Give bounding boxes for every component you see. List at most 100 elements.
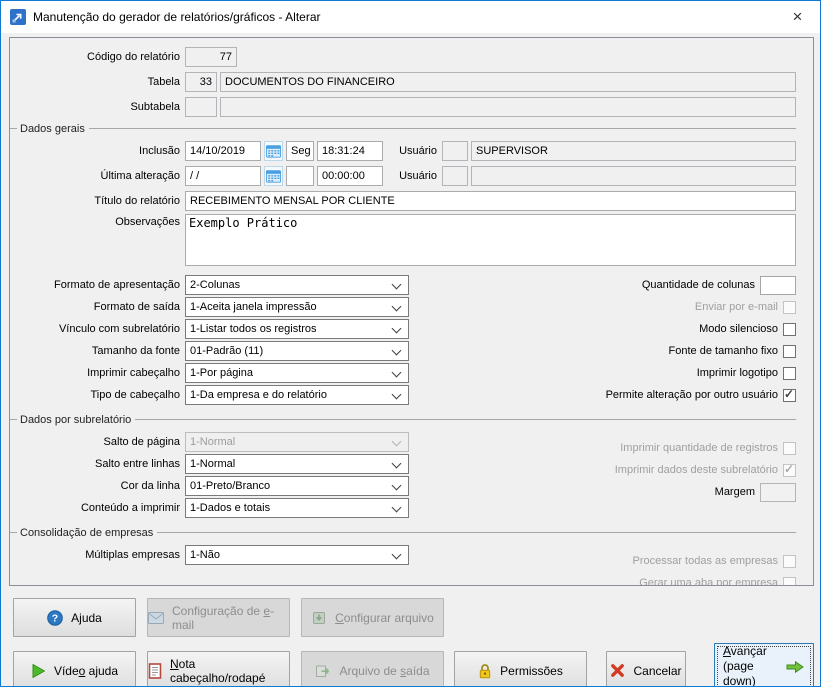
formato-apresentacao-select[interactable]: 2-Colunas	[185, 275, 409, 295]
chevron-down-icon	[391, 345, 402, 356]
multiplas-empresas-label: Múltiplas empresas	[85, 549, 180, 561]
tamanho-fonte-select[interactable]: 01-Padrão (11)	[185, 341, 409, 361]
imprimir-qtd-registros-checkbox	[783, 441, 796, 455]
modo-silencioso-label: Modo silencioso	[699, 323, 778, 335]
button-row-2: Vídeo ajuda Nota cabeçalho/rodapé Arquiv…	[9, 643, 814, 687]
permissoes-button[interactable]: Permissões	[454, 651, 587, 686]
tabela-row: Tabela 33 DOCUMENTOS DO FINANCEIRO	[10, 71, 796, 92]
multiplas-empresas-select[interactable]: 1-Não	[185, 545, 409, 565]
ajuda-button-label: Ajuda	[71, 610, 102, 625]
chevron-down-icon	[391, 389, 402, 400]
salto-pagina-select: 1-Normal	[185, 432, 409, 452]
svg-text:?: ?	[52, 612, 58, 624]
ultima-hora-field[interactable]: 00:00:00	[317, 165, 383, 186]
main-panel: Código do relatório 77 Tabela 33 DOCUMEN…	[9, 37, 814, 586]
chevron-down-icon	[391, 323, 402, 334]
ajuda-button[interactable]: ? Ajuda	[13, 598, 136, 637]
imprimir-cabecalho-label: Imprimir cabeçalho	[87, 367, 180, 379]
chevron-down-icon	[391, 549, 402, 560]
imprimir-logotipo-checkbox[interactable]	[783, 366, 796, 380]
file-output-icon	[315, 663, 331, 679]
ultima-usuario-codigo-field	[442, 165, 468, 186]
gerar-aba-empresa-row: Gerar uma aba por empresa	[410, 572, 796, 585]
processar-todas-empresas-checkbox	[783, 554, 796, 568]
play-icon	[31, 663, 46, 679]
formato-apresentacao-label: Formato de apresentação	[54, 279, 180, 291]
imprimir-logotipo-row: Imprimir logotipo	[410, 362, 796, 384]
quantidade-colunas-input[interactable]	[760, 275, 796, 295]
vinculo-subrelatorio-value: 1-Listar todos os registros	[190, 323, 317, 335]
salto-linhas-value: 1-Normal	[190, 458, 236, 470]
multiplas-empresas-value: 1-Não	[190, 549, 220, 561]
processar-todas-empresas-label: Processar todas as empresas	[632, 555, 778, 567]
consolidacao-options: Múltiplas empresas 1-Não Processar todas…	[10, 544, 796, 585]
titulo-relatorio-input[interactable]: RECEBIMENTO MENSAL POR CLIENTE	[185, 190, 796, 211]
button-bar: ? Ajuda Configuração de e-mail Configura…	[9, 598, 814, 687]
permite-alteracao-label: Permite alteração por outro usuário	[605, 389, 778, 401]
avancar-button[interactable]: Avançar (page down)	[714, 643, 814, 687]
inclusao-hora-field[interactable]: 18:31:24	[317, 140, 383, 161]
ultima-dia-field[interactable]	[286, 165, 314, 186]
imprimir-dados-subrel-row: Imprimir dados deste subrelatório	[410, 459, 796, 481]
tabela-nome-field: DOCUMENTOS DO FINANCEIRO	[220, 71, 796, 92]
chevron-down-icon	[391, 367, 402, 378]
arquivo-saida-button-label: Arquivo de saída	[339, 663, 430, 678]
envelope-icon	[148, 611, 164, 624]
vinculo-subrelatorio-select[interactable]: 1-Listar todos os registros	[185, 319, 409, 339]
tipo-cabecalho-label: Tipo de cabeçalho	[90, 389, 181, 401]
imprimir-qtd-registros-row: Imprimir quantidade de registros	[410, 437, 796, 459]
imprimir-dados-subrel-checkbox	[783, 462, 796, 477]
nota-cabecalho-rodape-button[interactable]: Nota cabeçalho/rodapé	[147, 651, 290, 686]
permite-alteracao-checkbox[interactable]	[783, 387, 796, 402]
inclusao-row: Inclusão 14/10/2019 Seg 18:31:24 Usuário…	[10, 140, 796, 161]
ultima-calendar-button[interactable]	[264, 165, 283, 186]
tipo-cabecalho-select[interactable]: 1-Da empresa e do relatório	[185, 385, 409, 405]
subtabela-label: Subtabela	[130, 100, 180, 113]
inclusao-calendar-button[interactable]	[264, 140, 283, 161]
consolidacao-header: Consolidação de empresas	[10, 525, 796, 540]
cor-linha-select[interactable]: 01-Preto/Branco	[185, 476, 409, 496]
enviar-email-label: Enviar por e-mail	[694, 301, 778, 313]
avancar-button-label: Avançar (page down)	[723, 644, 767, 687]
cancelar-button[interactable]: Cancelar	[606, 651, 686, 686]
formato-saida-value: 1-Aceita janela impressão	[190, 301, 317, 313]
formato-saida-label: Formato de saída	[93, 301, 180, 313]
fonte-tamanho-fixo-label: Fonte de tamanho fixo	[668, 345, 778, 357]
imprimir-logotipo-label: Imprimir logotipo	[696, 367, 778, 379]
margem-input[interactable]	[760, 482, 796, 502]
report-generator-app-icon	[10, 9, 26, 25]
conteudo-imprimir-select[interactable]: 1-Dados e totais	[185, 498, 409, 518]
salto-linhas-select[interactable]: 1-Normal	[185, 454, 409, 474]
ultima-data-field[interactable]: / /	[185, 165, 261, 186]
chevron-down-icon	[391, 301, 402, 312]
formato-saida-select[interactable]: 1-Aceita janela impressão	[185, 297, 409, 317]
ultima-usuario-nome-field	[471, 165, 796, 186]
dialog-window: Manutenção do gerador de relatórios/gráf…	[0, 0, 821, 687]
tamanho-fonte-value: 01-Padrão (11)	[190, 345, 264, 357]
enviar-email-checkbox[interactable]	[783, 300, 796, 314]
ultima-usuario-label: Usuário	[399, 169, 437, 182]
fonte-tamanho-fixo-checkbox[interactable]	[783, 344, 796, 358]
salto-pagina-label: Salto de página	[103, 436, 180, 448]
observacoes-textarea[interactable]: Exemplo Prático	[185, 214, 796, 266]
dados-subrelatorio-options: Salto de página 1-Normal Salto entre lin…	[10, 431, 796, 519]
close-icon[interactable]: ×	[775, 1, 820, 33]
document-icon	[148, 662, 162, 679]
inclusao-dia-field[interactable]: Seg	[286, 140, 314, 161]
salto-linhas-label: Salto entre linhas	[95, 458, 180, 470]
inclusao-data-field[interactable]: 14/10/2019	[185, 140, 261, 161]
inclusao-usuario-label: Usuário	[399, 144, 437, 157]
chevron-down-icon	[391, 502, 402, 513]
cancel-x-icon	[610, 663, 625, 678]
configurar-arquivo-button-label: Configurar arquivo	[335, 610, 434, 625]
titulo-row: Título do relatório RECEBIMENTO MENSAL P…	[10, 190, 796, 211]
button-row-1: ? Ajuda Configuração de e-mail Configura…	[9, 598, 814, 637]
video-ajuda-button[interactable]: Vídeo ajuda	[13, 651, 136, 686]
ultima-alteracao-label: Última alteração	[100, 169, 180, 182]
imprimir-cabecalho-select[interactable]: 1-Por página	[185, 363, 409, 383]
observacoes-row: Observações Exemplo Prático	[10, 214, 796, 270]
tamanho-fonte-label: Tamanho da fonte	[91, 345, 180, 357]
window-title: Manutenção do gerador de relatórios/gráf…	[33, 10, 321, 24]
cancelar-button-label: Cancelar	[633, 663, 682, 678]
modo-silencioso-checkbox[interactable]	[783, 322, 796, 336]
